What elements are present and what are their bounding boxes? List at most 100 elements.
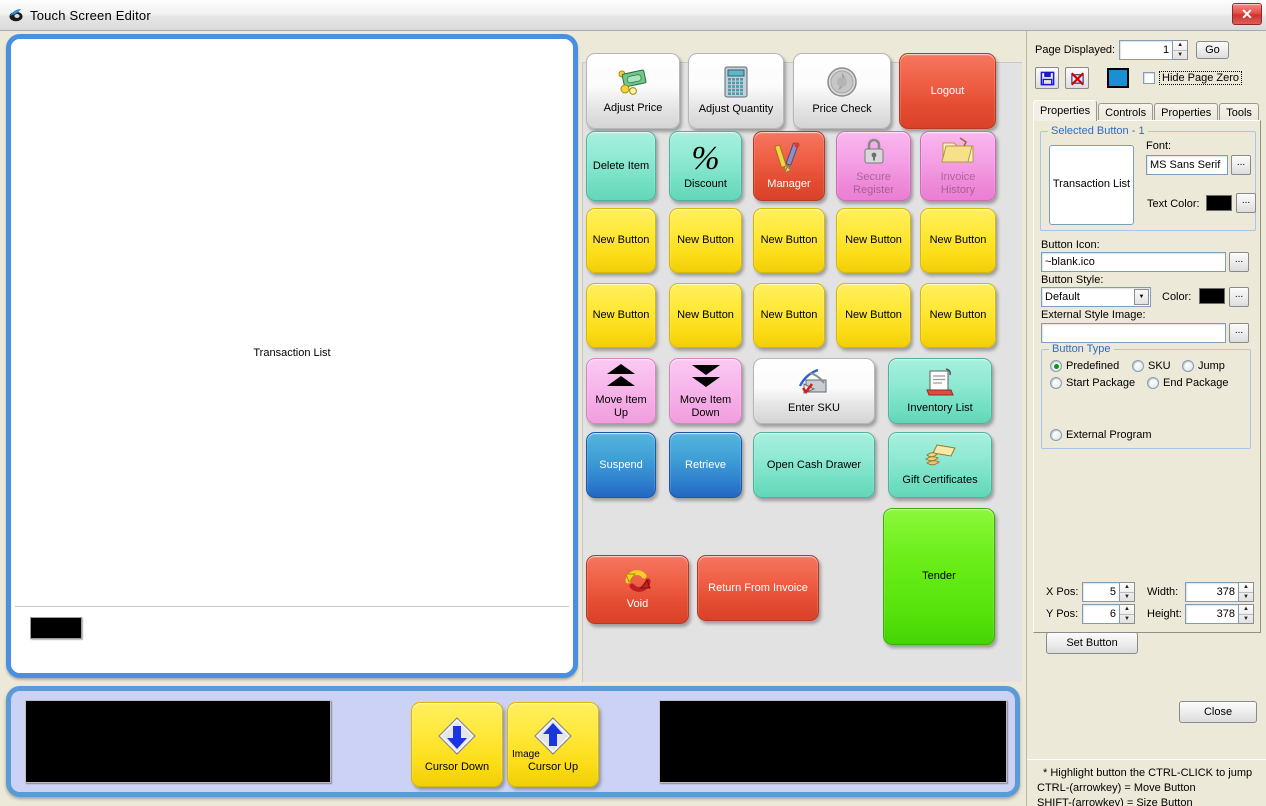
pos-button-new-button[interactable]: New Button xyxy=(920,208,996,273)
pos-button-label: Retrieve xyxy=(685,458,726,471)
button-color-browse-button[interactable]: ... xyxy=(1229,287,1249,307)
cursor-down-button[interactable]: Cursor Down xyxy=(411,702,503,787)
height-spinner[interactable]: ▲ ▼ xyxy=(1239,604,1254,624)
radio-sku-dot[interactable] xyxy=(1132,360,1144,372)
hide-page-zero-checkbox[interactable] xyxy=(1143,72,1155,84)
transaction-list-preview-frame[interactable]: Transaction List xyxy=(6,34,578,678)
y-pos-spinner[interactable]: ▲ ▼ xyxy=(1120,604,1135,624)
pos-button-new-button[interactable]: New Button xyxy=(753,283,825,348)
pos-button-suspend[interactable]: Suspend xyxy=(586,432,656,498)
radio-external-program-dot[interactable] xyxy=(1050,429,1062,441)
pos-button-new-button[interactable]: New Button xyxy=(669,208,742,273)
radio-sku[interactable]: SKU xyxy=(1132,360,1171,372)
pos-button-enter-sku[interactable]: Enter SKU xyxy=(753,358,875,424)
inventory-icon xyxy=(924,367,956,400)
pos-button-adjust-price[interactable]: Adjust Price xyxy=(586,53,680,129)
close-icon[interactable]: ✕ xyxy=(1232,3,1262,25)
pos-button-tender[interactable]: Tender xyxy=(883,508,995,645)
text-color-browse-button[interactable]: ... xyxy=(1236,193,1256,213)
go-button[interactable]: Go xyxy=(1196,41,1229,59)
pos-button-invoice-history[interactable]: Invoice History xyxy=(920,131,996,201)
button-icon-input[interactable]: ~blank.ico xyxy=(1041,252,1226,272)
radio-end-package[interactable]: End Package xyxy=(1147,377,1228,389)
pos-button-secure-register[interactable]: Secure Register xyxy=(836,131,911,201)
pos-button-adjust-quantity[interactable]: Adjust Quantity xyxy=(688,53,784,129)
pos-button-delete-item[interactable]: Delete Item xyxy=(586,131,656,201)
pos-button-new-button[interactable]: New Button xyxy=(669,283,742,348)
pos-button-move-item-up[interactable]: Move Item Up xyxy=(586,358,656,424)
cursor-up-image-label: Image xyxy=(512,749,540,760)
bottom-display-left[interactable] xyxy=(25,700,331,783)
tab-properties-0[interactable]: Properties xyxy=(1033,100,1098,121)
x-pos-input[interactable] xyxy=(1082,582,1120,602)
preview-small-field[interactable] xyxy=(30,617,82,639)
height-input[interactable] xyxy=(1185,604,1239,624)
color-label: Color: xyxy=(1162,291,1192,303)
pos-button-manager[interactable]: Manager xyxy=(753,131,825,201)
pos-button-return-from-invoice[interactable]: Return From Invoice xyxy=(697,555,819,621)
pos-button-new-button[interactable]: New Button xyxy=(920,283,996,348)
page-displayed-spinner[interactable]: ▲ ▼ xyxy=(1173,40,1189,60)
pos-button-void[interactable]: Void xyxy=(586,555,689,624)
pos-button-logout[interactable]: Logout xyxy=(899,53,996,129)
pos-button-gift-certificates[interactable]: Gift Certificates xyxy=(888,432,992,498)
floppy-save-icon[interactable] xyxy=(1035,67,1059,89)
page-color-swatch[interactable] xyxy=(1107,68,1129,88)
pos-button-price-check[interactable]: Price Check xyxy=(793,53,891,129)
cursor-up-button[interactable]: Image Cursor Up xyxy=(507,702,599,787)
width-spinner[interactable]: ▲ ▼ xyxy=(1239,582,1254,602)
pos-button-retrieve[interactable]: Retrieve xyxy=(669,432,742,498)
x-pos-spinner[interactable]: ▲ ▼ xyxy=(1120,582,1135,602)
chevron-down-icon[interactable]: ▼ xyxy=(1134,289,1149,305)
tab-label: Properties xyxy=(1040,105,1091,117)
pos-button-label: Gift Certificates xyxy=(902,474,978,487)
pos-button-inventory-list[interactable]: Inventory List xyxy=(888,358,992,424)
page-displayed-row: Page Displayed: ▲ ▼ Go xyxy=(1035,39,1259,61)
button-icon-browse-button[interactable]: ... xyxy=(1229,252,1249,272)
close-button[interactable]: Close xyxy=(1179,701,1257,723)
radio-external-program-label: External Program xyxy=(1066,429,1152,441)
hide-page-zero-label: Hide Page Zero xyxy=(1159,71,1243,85)
spinner-down-icon[interactable]: ▼ xyxy=(1173,51,1187,60)
bottom-display-right[interactable] xyxy=(659,700,1007,783)
button-color-swatch[interactable] xyxy=(1199,288,1225,304)
pos-button-new-button[interactable]: New Button xyxy=(836,283,911,348)
pos-button-new-button[interactable]: New Button xyxy=(586,283,656,348)
font-input[interactable]: MS Sans Serif xyxy=(1146,155,1228,175)
pos-button-new-button[interactable]: New Button xyxy=(586,208,656,273)
button-style-select[interactable]: Default ▼ xyxy=(1041,287,1151,307)
font-browse-button[interactable]: ... xyxy=(1231,155,1251,175)
pos-button-open-cash-drawer[interactable]: Open Cash Drawer xyxy=(753,432,875,498)
tab-properties-2[interactable]: Properties xyxy=(1154,103,1219,121)
radio-start-package-dot[interactable] xyxy=(1050,377,1062,389)
radio-start-package-label: Start Package xyxy=(1066,377,1136,389)
radio-end-package-dot[interactable] xyxy=(1147,377,1159,389)
radio-start-package[interactable]: Start Package xyxy=(1050,377,1135,389)
red-x-delete-icon[interactable] xyxy=(1065,67,1089,89)
y-pos-input[interactable] xyxy=(1082,604,1120,624)
tab-controls-1[interactable]: Controls xyxy=(1098,103,1154,121)
radio-predefined-dot[interactable] xyxy=(1050,360,1062,372)
external-style-image-input[interactable] xyxy=(1041,323,1226,343)
spinner-up-icon[interactable]: ▲ xyxy=(1173,41,1188,51)
radio-external-program[interactable]: External Program xyxy=(1050,429,1152,441)
width-input[interactable] xyxy=(1185,582,1239,602)
transaction-list-preview[interactable]: Transaction List xyxy=(11,39,573,673)
tab-tools-3[interactable]: Tools xyxy=(1219,103,1259,121)
text-color-swatch[interactable] xyxy=(1206,195,1232,211)
set-button-button[interactable]: Set Button xyxy=(1046,632,1138,654)
radio-jump[interactable]: Jump xyxy=(1182,360,1225,372)
pos-button-new-button[interactable]: New Button xyxy=(753,208,825,273)
radio-predefined[interactable]: Predefined xyxy=(1050,360,1119,372)
external-style-image-browse-button[interactable]: ... xyxy=(1229,323,1249,343)
hide-page-zero-row[interactable]: Hide Page Zero xyxy=(1143,71,1243,85)
selected-button-preview[interactable]: Transaction List xyxy=(1049,145,1134,225)
pos-button-discount[interactable]: % Discount xyxy=(669,131,742,201)
pos-button-label: New Button xyxy=(929,234,987,247)
radio-jump-dot[interactable] xyxy=(1182,360,1194,372)
page-displayed-input[interactable] xyxy=(1119,40,1174,60)
pos-button-label: Void xyxy=(626,597,649,610)
pos-button-new-button[interactable]: New Button xyxy=(836,208,911,273)
pos-button-move-item-down[interactable]: Move Item Down xyxy=(669,358,742,424)
radio-end-package-label: End Package xyxy=(1163,377,1229,389)
